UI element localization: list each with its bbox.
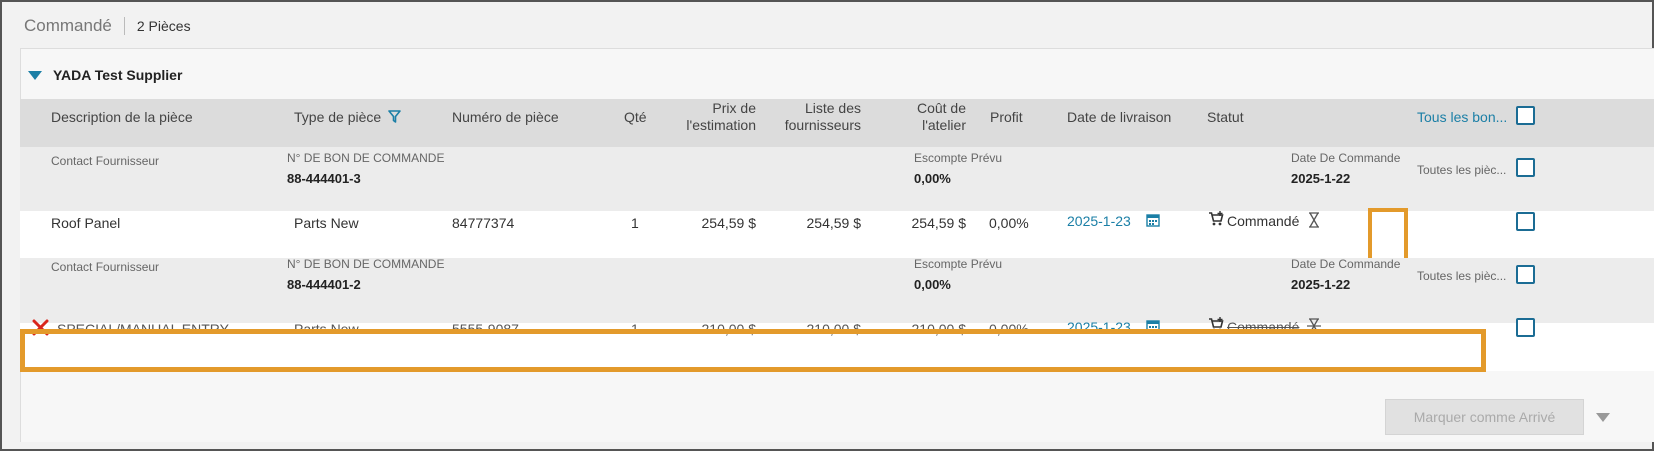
col-qty[interactable]: Qté <box>624 109 647 126</box>
col-estimate-price-line2: l'estimation <box>686 117 756 133</box>
col-estimate-price[interactable]: Prix de l'estimation <box>660 100 756 134</box>
estimate-price: 254,59 $ <box>701 215 757 231</box>
col-shop-cost[interactable]: Coût de l'atelier <box>880 100 966 134</box>
col-description[interactable]: Description de la pièce <box>51 109 193 126</box>
part-qty: 1 <box>631 215 639 231</box>
supplier-name: YADA Test Supplier <box>53 67 183 83</box>
order-date: 2025-1-22 <box>1291 277 1351 292</box>
col-status[interactable]: Statut <box>1207 109 1244 126</box>
po-number: 88-444401-2 <box>287 277 361 292</box>
po-header-row <box>20 147 1654 211</box>
header-divider <box>123 17 125 35</box>
discount-label: Escompte Prévu <box>914 151 1003 165</box>
more-actions-dropdown[interactable] <box>1592 402 1614 432</box>
col-part-number[interactable]: Numéro de pièce <box>452 109 559 126</box>
col-supplier-list-line2: fournisseurs <box>784 117 861 133</box>
po-label: N° DE BON DE COMMANDE <box>287 151 445 165</box>
order-date-label: Date De Commande <box>1291 257 1401 271</box>
col-delivery-date[interactable]: Date de livraison <box>1067 109 1171 126</box>
calendar-icon[interactable] <box>1146 213 1160 227</box>
filter-icon[interactable] <box>388 110 401 124</box>
col-type[interactable]: Type de pièce <box>294 109 381 126</box>
part-description: Roof Panel <box>51 215 121 231</box>
chevron-down-icon <box>1596 412 1610 422</box>
section-header: Commandé 2 Pièces <box>24 14 191 38</box>
part-type: Parts New <box>294 215 359 231</box>
collapse-triangle-icon[interactable] <box>28 70 42 80</box>
order-date-label: Date De Commande <box>1291 151 1401 165</box>
col-supplier-list[interactable]: Liste des fournisseurs <box>760 100 861 134</box>
order-date: 2025-1-22 <box>1291 171 1351 186</box>
discount-value: 0,00% <box>914 277 951 292</box>
select-all-checkbox[interactable] <box>1516 106 1535 125</box>
row-checkbox[interactable] <box>1516 318 1535 337</box>
po-header-row <box>20 258 1654 323</box>
col-estimate-price-line1: Prix de <box>712 100 756 116</box>
col-profit[interactable]: Profit <box>990 109 1023 126</box>
cancelled-row-highlight <box>20 329 1486 372</box>
supplier-list-price: 254,59 $ <box>806 215 862 231</box>
contact-label: Contact Fournisseur <box>51 154 160 168</box>
part-number: 84777374 <box>452 215 515 231</box>
po-number: 88-444401-3 <box>287 171 361 186</box>
shop-cost: 254,59 $ <box>911 215 967 231</box>
all-parts-label[interactable]: Toutes les pièc... <box>1417 269 1506 283</box>
discount-value: 0,00% <box>914 171 951 186</box>
po-select-checkbox[interactable] <box>1516 265 1535 284</box>
supplier-toggle[interactable]: YADA Test Supplier <box>28 67 182 83</box>
hourglass-highlight <box>1368 208 1408 262</box>
all-parts-label[interactable]: Toutes les pièc... <box>1417 163 1506 177</box>
col-shop-cost-line1: Coût de <box>916 100 966 116</box>
parts-count: 2 Pièces <box>136 18 191 34</box>
cart-icon <box>1209 211 1224 226</box>
po-select-checkbox[interactable] <box>1516 158 1535 177</box>
col-supplier-list-line1: Liste des <box>804 100 861 116</box>
discount-label: Escompte Prévu <box>914 257 1003 271</box>
hourglass-icon[interactable] <box>1307 212 1321 228</box>
row-checkbox[interactable] <box>1516 212 1535 231</box>
profit: 0,00% <box>989 215 1029 231</box>
mark-arrived-button[interactable]: Marquer comme Arrivé <box>1385 399 1584 435</box>
all-orders-link[interactable]: Tous les bon... <box>1417 109 1507 126</box>
po-label: N° DE BON DE COMMANDE <box>287 257 445 271</box>
contact-label: Contact Fournisseur <box>51 260 160 274</box>
col-shop-cost-line2: l'atelier <box>922 117 966 133</box>
delivery-date[interactable]: 2025-1-23 <box>1067 213 1131 229</box>
status-text: Commandé <box>1227 213 1300 229</box>
section-title: Commandé <box>24 16 112 35</box>
